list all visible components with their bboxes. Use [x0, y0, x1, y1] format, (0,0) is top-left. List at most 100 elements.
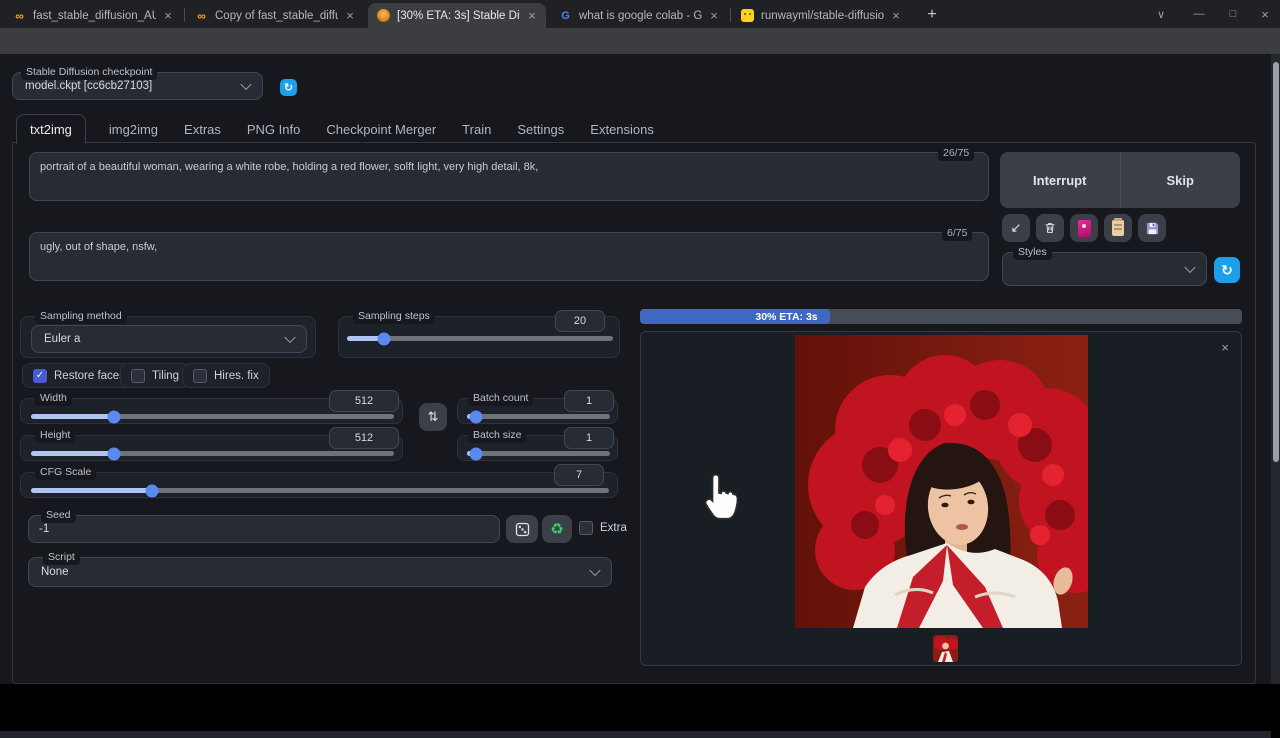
cfg-scale-input[interactable]: 7 [554, 464, 604, 486]
batch-count-input[interactable]: 1 [564, 390, 614, 412]
tab-settings[interactable]: Settings [504, 115, 577, 143]
styles-label: Styles [1013, 245, 1052, 260]
hires-fix-checkbox[interactable] [193, 369, 207, 383]
interrupt-button[interactable]: Interrupt [1000, 173, 1120, 188]
sampling-steps-label: Sampling steps [353, 309, 435, 324]
random-seed-dice-button[interactable] [506, 515, 538, 543]
tiling-toggle[interactable]: Tiling [120, 363, 190, 388]
browser-tab-huggingface[interactable]: runwayml/stable-diffusion-v1 × [732, 3, 910, 28]
tab-extensions[interactable]: Extensions [577, 115, 667, 143]
height-label: Height [35, 428, 75, 443]
styles-dropdown[interactable]: Styles [1002, 252, 1207, 286]
cfg-scale-block: CFG Scale 7 [20, 472, 618, 498]
tab-extras[interactable]: Extras [171, 115, 234, 143]
sampling-method-select[interactable]: Euler a [31, 325, 307, 353]
script-label: Script [43, 550, 80, 565]
close-icon[interactable]: × [706, 8, 722, 23]
chevron-down-icon [1184, 262, 1195, 273]
close-icon[interactable]: × [160, 8, 176, 23]
skip-button[interactable]: Skip [1121, 173, 1241, 188]
seed-field[interactable]: Seed -1 [28, 515, 500, 543]
generated-image[interactable] [795, 335, 1088, 628]
chevron-down-icon [240, 79, 251, 90]
restore-faces-toggle[interactable]: Restore faces [22, 363, 136, 388]
close-icon[interactable]: × [342, 8, 358, 23]
hires-fix-toggle[interactable]: Hires. fix [182, 363, 270, 388]
window-chevron-icon[interactable]: ∨ [1146, 0, 1176, 28]
save-style-button[interactable] [1138, 214, 1166, 242]
slider-thumb[interactable] [378, 332, 391, 345]
script-dropdown[interactable]: Script None [28, 557, 612, 587]
colab-icon [13, 9, 26, 22]
close-icon[interactable]: × [524, 8, 540, 23]
sampling-method-value: Euler a [44, 333, 80, 345]
styles-refresh-button[interactable]: ↻ [1214, 257, 1240, 283]
restore-faces-checkbox[interactable] [33, 369, 47, 383]
gradio-page: Stable Diffusion checkpoint model.ckpt [… [0, 54, 1280, 684]
batch-size-input[interactable]: 1 [564, 427, 614, 449]
cfg-scale-label: CFG Scale [35, 465, 96, 480]
generate-button-group: Interrupt Skip [1000, 152, 1240, 208]
dice-icon [515, 522, 530, 537]
tab-txt2img[interactable]: txt2img [16, 114, 86, 144]
tab-checkpoint-merger[interactable]: Checkpoint Merger [313, 115, 449, 143]
tab-train[interactable]: Train [449, 115, 504, 143]
height-block: Height 512 [20, 435, 403, 461]
sampling-method-block: Sampling method Euler a [20, 316, 316, 358]
close-icon[interactable]: × [888, 8, 904, 23]
cfg-scale-slider[interactable] [31, 488, 609, 493]
google-icon [559, 9, 572, 22]
new-tab-button[interactable]: + [920, 3, 944, 27]
huggingface-icon [741, 9, 754, 22]
paste-generation-params-button[interactable]: ↙ [1002, 214, 1030, 242]
slider-thumb[interactable] [469, 447, 482, 460]
chevron-down-icon [589, 565, 600, 576]
hires-fix-label: Hires. fix [214, 370, 259, 382]
apply-styles-button[interactable] [1104, 214, 1132, 242]
browser-tab-title: [30% ETA: 3s] Stable Diffusion [397, 10, 520, 22]
reuse-seed-recycle-button[interactable]: ♻ [542, 515, 572, 543]
window-maximize-button[interactable]: □ [1218, 0, 1248, 28]
extra-seed-label: Extra [600, 522, 627, 534]
extra-seed-checkbox[interactable] [579, 521, 593, 535]
slider-thumb[interactable] [469, 410, 482, 423]
batch-size-block: Batch size 1 [457, 435, 618, 461]
extra-networks-button[interactable] [1070, 214, 1098, 242]
sampling-steps-input[interactable]: 20 [555, 310, 605, 332]
close-preview-icon[interactable]: × [1221, 340, 1229, 355]
gradio-icon [377, 9, 390, 22]
negative-prompt-input[interactable]: ugly, out of shape, nsfw, [29, 232, 989, 281]
slider-thumb[interactable] [108, 410, 121, 423]
height-input[interactable]: 512 [329, 427, 399, 449]
gallery-thumbnail[interactable] [933, 635, 958, 662]
window-close-button[interactable]: × [1250, 0, 1280, 28]
prompt-token-counter: 26/75 [938, 146, 974, 161]
sampling-steps-slider[interactable] [347, 336, 613, 341]
sampling-method-label: Sampling method [35, 309, 127, 324]
browser-tab-stable-diffusion[interactable]: [30% ETA: 3s] Stable Diffusion × [368, 3, 546, 28]
browser-tab-colab-1[interactable]: fast_stable_diffusion_AUTOMA × [4, 3, 182, 28]
slider-thumb[interactable] [108, 447, 121, 460]
scrollbar-thumb[interactable] [1273, 62, 1279, 462]
width-slider[interactable] [31, 414, 394, 419]
slider-thumb[interactable] [146, 484, 159, 497]
extra-seed-toggle[interactable]: Extra [579, 521, 627, 535]
browser-tab-google-search[interactable]: what is google colab - Googl × [550, 3, 728, 28]
batch-size-slider[interactable] [467, 451, 610, 456]
window-minimize-button[interactable]: — [1184, 0, 1214, 28]
checkpoint-label: Stable Diffusion checkpoint [21, 65, 157, 80]
batch-count-slider[interactable] [467, 414, 610, 419]
tab-img2img[interactable]: img2img [96, 115, 171, 143]
tab-png-info[interactable]: PNG Info [234, 115, 313, 143]
clear-prompt-trash-button[interactable] [1036, 214, 1064, 242]
prompt-input[interactable]: portrait of a beautiful woman, wearing a… [29, 152, 989, 201]
batch-size-label: Batch size [468, 428, 526, 443]
browser-tab-colab-2[interactable]: Copy of fast_stable_diffusion_ × [186, 3, 364, 28]
progress-fill: 30% ETA: 3s [640, 309, 830, 324]
swap-dimensions-button[interactable]: ⇅ [419, 403, 447, 431]
width-input[interactable]: 512 [329, 390, 399, 412]
tiling-checkbox[interactable] [131, 369, 145, 383]
checkpoint-dropdown[interactable]: Stable Diffusion checkpoint model.ckpt [… [12, 72, 263, 100]
checkpoint-refresh-button[interactable]: ↻ [280, 79, 297, 96]
height-slider[interactable] [31, 451, 394, 456]
